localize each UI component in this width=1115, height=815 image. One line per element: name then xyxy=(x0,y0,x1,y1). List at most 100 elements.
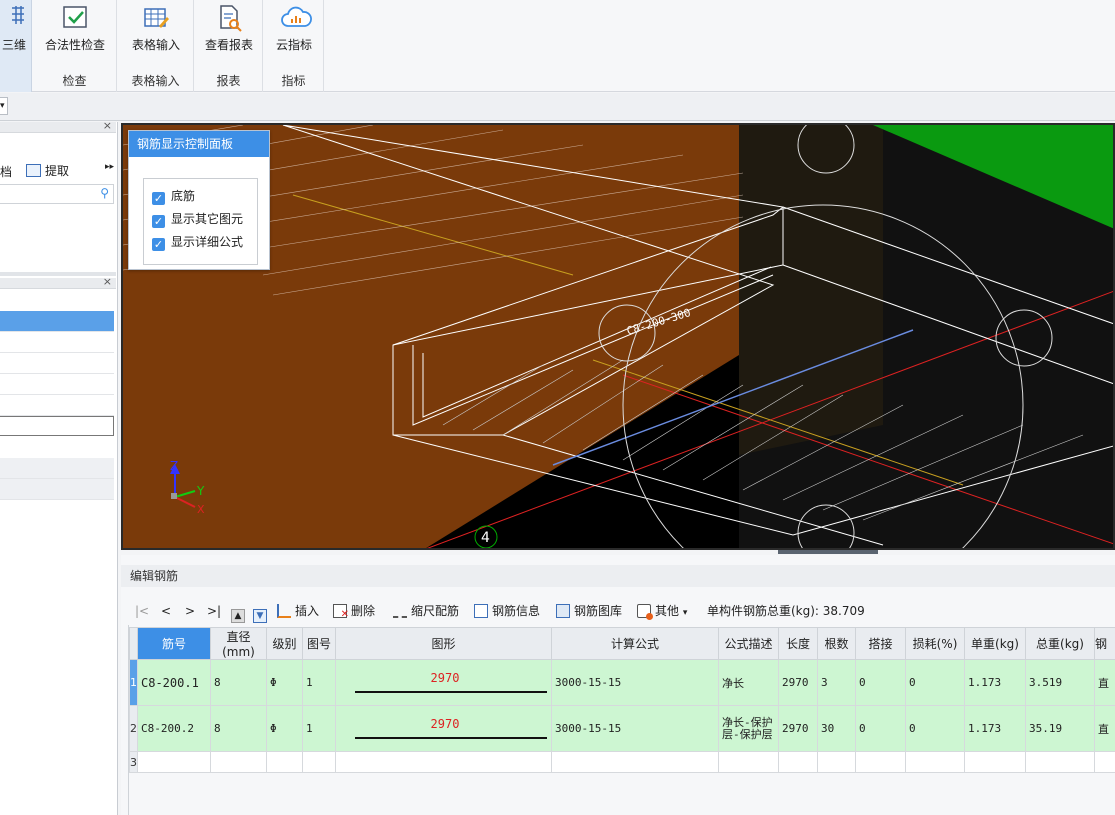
last-record-button[interactable]: >| xyxy=(207,601,221,621)
list-item[interactable] xyxy=(0,458,114,479)
rebar-3d-drawing: C8-200-300 4 Z Y X xyxy=(123,125,1113,548)
insert-button[interactable]: 插入 xyxy=(277,601,319,621)
column-header-grade[interactable]: 级别 xyxy=(266,627,303,660)
other-icon xyxy=(637,604,653,620)
list-item-selected[interactable] xyxy=(0,311,114,332)
cell-extra[interactable]: 直 xyxy=(1094,659,1115,706)
column-header-bar-no[interactable]: 筋号 xyxy=(137,627,211,660)
display-options-group: ✓ 底筋 ✓ 显示其它图元 ✓ 显示详细公式 xyxy=(143,178,258,265)
rebar-shape-line xyxy=(355,736,547,739)
row-number[interactable]: 1 xyxy=(129,659,138,706)
edit-rebar-toolbar: |< < > >| ▲ ▼ 插入 ✕ 删除 缩尺配筋 钢筋信息 钢筋图库 其他 ▾… xyxy=(131,601,1111,623)
column-header-lap[interactable]: 搭接 xyxy=(855,627,906,660)
column-header-length[interactable]: 长度 xyxy=(778,627,818,660)
row-number[interactable]: 3 xyxy=(129,751,138,773)
close-icon[interactable]: × xyxy=(103,119,112,132)
cell-count[interactable]: 3 xyxy=(817,659,856,706)
checkbox-show-detailed-formula[interactable]: ✓ 显示详细公式 xyxy=(152,234,243,251)
cell-formula[interactable]: 3000-15-15 xyxy=(551,705,719,752)
cell-shape[interactable]: 2970 xyxy=(335,659,552,706)
cell-length[interactable]: 2970 xyxy=(778,705,818,752)
cell-total-weight[interactable]: 3.519 xyxy=(1025,659,1095,706)
checkbox-bottom-rebar[interactable]: ✓ 底筋 xyxy=(152,188,195,205)
table-header-row: 筋号 直径(mm) 级别 图号 图形 计算公式 公式描述 长度 根数 搭接 损耗… xyxy=(129,627,1115,660)
cell-lap[interactable]: 0 xyxy=(855,705,906,752)
rebar-library-button[interactable]: 钢筋图库 xyxy=(556,601,622,621)
cell-formula-desc[interactable]: 净长-保护层-保护层 xyxy=(718,705,779,752)
cell-diameter[interactable]: 8 xyxy=(210,705,267,752)
cell-shape[interactable]: 2970 xyxy=(335,705,552,752)
list-item[interactable] xyxy=(0,479,114,500)
cell-figure-no[interactable]: 1 xyxy=(302,705,336,752)
column-header-unit-weight[interactable]: 单重(kg) xyxy=(964,627,1026,660)
cell-loss[interactable]: 0 xyxy=(905,659,965,706)
column-header-formula[interactable]: 计算公式 xyxy=(551,627,719,660)
column-header-figure-no[interactable]: 图号 xyxy=(302,627,336,660)
table-input-label: 表格输入 xyxy=(131,38,180,52)
cell-lap[interactable]: 0 xyxy=(855,659,906,706)
prev-record-button[interactable]: < xyxy=(161,601,171,621)
group-label-check: 检查 xyxy=(62,74,87,88)
cell-figure-no[interactable]: 1 xyxy=(302,659,336,706)
list-item[interactable] xyxy=(0,374,114,395)
column-header-shape[interactable]: 图形 xyxy=(335,627,552,660)
cell-diameter[interactable]: 8 xyxy=(210,659,267,706)
tab-document[interactable]: 档 xyxy=(0,163,12,180)
list-item[interactable] xyxy=(0,353,114,374)
checkbox-show-other-elements[interactable]: ✓ 显示其它图元 xyxy=(152,211,243,228)
panel-header: × xyxy=(0,119,116,133)
cell-count[interactable]: 30 xyxy=(817,705,856,752)
group-label-report: 报表 xyxy=(216,74,241,88)
list-item[interactable] xyxy=(0,332,114,353)
column-header-total-weight[interactable]: 总重(kg) xyxy=(1025,627,1095,660)
check-icon xyxy=(61,4,89,32)
cell-extra[interactable]: 直 xyxy=(1094,705,1115,752)
move-down-button[interactable]: ▼ xyxy=(253,601,271,623)
cell-bar-no[interactable]: C8-200.2 xyxy=(137,705,211,752)
table-row[interactable]: 1 C8-200.1 8 Φ 1 2970 3000-15-15 净长 2970… xyxy=(129,659,1115,706)
search-input[interactable]: ⚲ xyxy=(0,184,114,204)
cell-unit-weight[interactable]: 1.173 xyxy=(964,659,1026,706)
list-item[interactable] xyxy=(0,395,114,416)
table-row-empty[interactable]: 3 xyxy=(129,751,1115,773)
viewport-splitter[interactable] xyxy=(778,550,878,554)
cell-loss[interactable]: 0 xyxy=(905,705,965,752)
cell-formula[interactable]: 3000-15-15 xyxy=(551,659,719,706)
dropdown-arrow-icon[interactable]: ▾ xyxy=(0,97,8,115)
cell-total-weight[interactable]: 35.19 xyxy=(1025,705,1095,752)
table-row[interactable]: 2 C8-200.2 8 Φ 1 2970 3000-15-15 净长-保护层-… xyxy=(129,705,1115,752)
delete-button[interactable]: ✕ 删除 xyxy=(333,601,375,621)
row-number[interactable]: 2 xyxy=(129,705,138,752)
extract-button[interactable]: 提取 xyxy=(26,162,69,179)
3d-view-button[interactable]: 三维 xyxy=(0,2,28,53)
table-input-button[interactable]: 表格输入 xyxy=(118,2,194,53)
list-item-editing[interactable] xyxy=(0,416,114,436)
cell-formula-desc[interactable]: 净长 xyxy=(718,659,779,706)
scale-icon xyxy=(393,604,407,618)
view-report-button[interactable]: 查看报表 xyxy=(195,2,263,53)
cell-unit-weight[interactable]: 1.173 xyxy=(964,705,1026,752)
cell-length[interactable]: 2970 xyxy=(778,659,818,706)
info-document-icon xyxy=(474,604,488,618)
checkbox-icon: ✓ xyxy=(152,215,165,228)
column-header-extra[interactable]: 钢 xyxy=(1094,627,1115,660)
expand-icon[interactable]: ▸▸ xyxy=(105,162,114,172)
cell-grade[interactable]: Φ xyxy=(266,659,303,706)
validity-check-button[interactable]: 合法性检查 xyxy=(33,2,117,53)
column-header-formula-desc[interactable]: 公式描述 xyxy=(718,627,779,660)
scale-rebar-button[interactable]: 缩尺配筋 xyxy=(393,601,459,621)
cell-grade[interactable]: Φ xyxy=(266,705,303,752)
first-record-button[interactable]: |< xyxy=(135,601,149,621)
column-header-count[interactable]: 根数 xyxy=(817,627,856,660)
column-header-loss[interactable]: 损耗(%) xyxy=(905,627,965,660)
move-up-button[interactable]: ▲ xyxy=(231,601,249,623)
checkbox-icon: ✓ xyxy=(152,192,165,205)
close-icon[interactable]: × xyxy=(103,275,112,288)
rebar-info-button[interactable]: 钢筋信息 xyxy=(474,601,540,621)
3d-viewport[interactable]: C8-200-300 4 Z Y X xyxy=(121,123,1115,550)
cell-bar-no[interactable]: C8-200.1 xyxy=(137,659,211,706)
cloud-index-button[interactable]: 云指标 xyxy=(264,2,324,53)
column-header-diameter[interactable]: 直径(mm) xyxy=(210,627,267,660)
next-record-button[interactable]: > xyxy=(185,601,195,621)
other-menu-button[interactable]: 其他 ▾ xyxy=(637,601,687,621)
